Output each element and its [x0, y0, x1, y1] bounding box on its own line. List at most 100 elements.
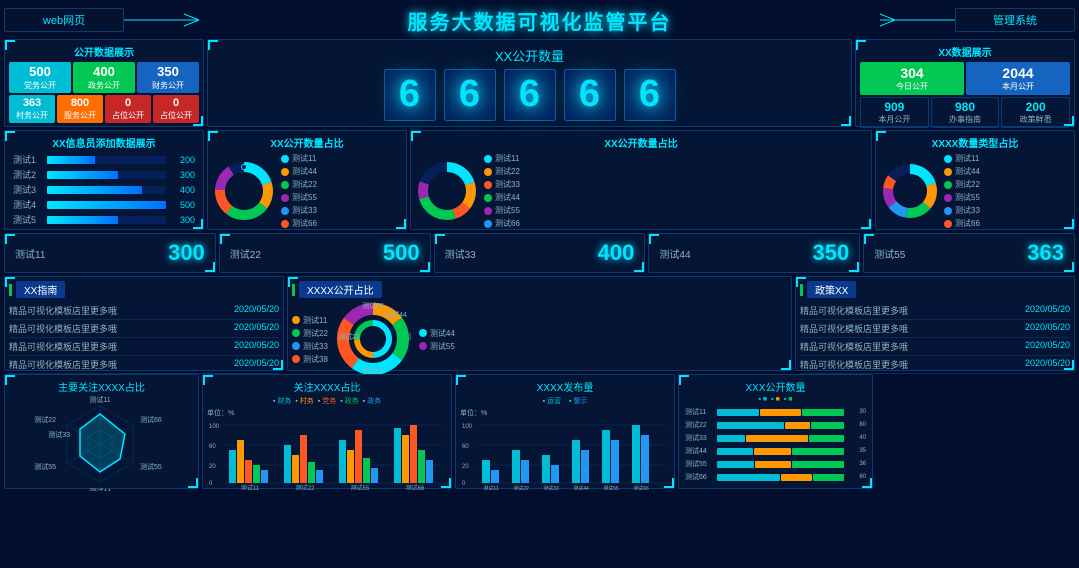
policy-item-2: 精品可视化模板店里更多哦 2020/05/20	[800, 320, 1070, 338]
radar-panel: 主要关注XXXX占比	[4, 374, 199, 489]
hbar-legend: ▪ ■ ▪ ■ ▪ ■	[683, 396, 868, 403]
donut1-chart	[212, 159, 277, 224]
count-num-5: 6	[624, 69, 676, 121]
svg-text:100: 100	[462, 424, 473, 430]
svg-text:测试33: 测试33	[48, 430, 70, 439]
count-num-3: 6	[504, 69, 556, 121]
count-num-4: 6	[564, 69, 616, 121]
stat-cunwu: 363 村务公开	[9, 95, 55, 123]
guide-item-1: 精品可视化模板店里更多哦 2020/05/20	[9, 302, 279, 320]
hbar-rows: 测试11 30 测试22 80	[683, 405, 868, 484]
donut1-legend: 测试11 测试44 测试22 测试55 测试33 测试66	[281, 153, 317, 229]
donut2-title: XX公开数量占比	[415, 135, 867, 150]
donut1-panel: XX公开数量占比 测试11 测试44 测试22 测试55	[207, 130, 407, 230]
svg-text:测试55: 测试55	[140, 462, 162, 471]
stat-box-3: 测试33 400	[434, 233, 646, 273]
policy-title: 政策XX	[807, 281, 856, 298]
public-data-panel: 公开数据展示 500 党务公开 400 政务公开 350 财务公开 363	[4, 39, 204, 127]
donut-mid-panel: XXXX公开占比 测试11 测试22 测试33 测试38	[287, 276, 792, 371]
svg-text:60: 60	[462, 444, 469, 450]
dashboard: web网页 服务大数据可视化监管平台 管理系统 公开数据展示 500 党务公开 …	[0, 0, 1079, 568]
svg-text:测试11: 测试11	[408, 332, 411, 341]
stat-box-1: 测试11 300	[4, 233, 216, 273]
donut3-panel: XXXX数量类型占比 测试11 测试44 测试22 测试55 测试33	[875, 130, 1075, 230]
guide-item-2: 精品可视化模板店里更多哦 2020/05/20	[9, 320, 279, 338]
bar3-legend: ▪ 运营 ▪ 警示	[460, 396, 670, 406]
xx-today: 304 今日公开	[860, 62, 964, 95]
nav-left[interactable]: web网页	[4, 8, 124, 32]
info-item-2: 测试2 300	[13, 168, 195, 181]
hbar-panel: XXX公开数量 ▪ ■ ▪ ■ ▪ ■ 测试11 30	[678, 374, 873, 489]
policy-list: 精品可视化模板店里更多哦 2020/05/20 精品可视化模板店里更多哦 202…	[800, 302, 1070, 374]
svg-text:100: 100	[209, 424, 220, 430]
svg-text:测试22: 测试22	[338, 332, 360, 341]
bar3-title: XXXX发布量	[460, 379, 670, 394]
stat-fuwu: 800 服务公开	[57, 95, 103, 123]
donut2-container: 测试11 测试22 测试33 测试44 测试55 测试66	[415, 153, 867, 229]
row3-statboxes: 测试11 300 测试22 500 测试33 400 测试44 350 测试55…	[4, 233, 1075, 273]
hbar-row-5: 测试55 36	[685, 459, 866, 469]
xx-policy: 200 政策鲜悉	[1001, 97, 1070, 128]
bar3-chart: 100 60 20 0 测试11 测试22 测试33	[460, 420, 668, 490]
bar3-panel: XXXX发布量 ▪ 运营 ▪ 警示 单位：% 100 60 20 0 测试11	[455, 374, 675, 489]
radar-title: 主要关注XXXX占比	[9, 379, 194, 394]
donut1-container: 测试11 测试44 测试22 测试55 测试33 测试66	[212, 153, 402, 229]
bar-group-title: 关注XXXX占比	[207, 379, 447, 394]
donut-mid-title: XXXX公开占比	[299, 281, 382, 298]
donut3-legend: 测试11 测试44 测试22 测试55 测试33 测试66	[944, 153, 980, 229]
info-item-5: 测试5 300	[13, 213, 195, 226]
xx-data-panel: XX数据展示 304 今日公开 2044 本月公开 909 本月公开 980	[855, 39, 1075, 127]
row4: XX指南 精品可视化模板店里更多哦 2020/05/20 精品可视化模板店里更多…	[4, 276, 1075, 371]
donut-mid-legend-right: 测试44 测试55	[419, 328, 455, 352]
open-count-title: XX公开数量	[495, 46, 564, 65]
donut3-title: XXXX数量类型占比	[880, 135, 1070, 150]
open-count-panel: XX公开数量 6 6 6 6 6	[207, 39, 852, 127]
svg-text:0: 0	[209, 481, 213, 487]
hbar-row-3: 测试33 40	[685, 433, 866, 443]
page-title: 服务大数据可视化监管平台	[212, 6, 867, 35]
guide-title: XX指南	[16, 281, 65, 298]
svg-text:测试44: 测试44	[573, 485, 589, 490]
svg-text:20: 20	[209, 464, 216, 470]
guide-title-bar: XX指南	[9, 281, 279, 298]
row2: XX信息员添加数据展示 测试1 200 测试2 300	[4, 130, 1075, 230]
svg-text:测试55: 测试55	[34, 462, 56, 471]
stat-zhanwei1: 0 占位公开	[105, 95, 151, 123]
stat-caiwu: 350 财务公开	[137, 62, 199, 93]
info-item-4: 测试4 500	[13, 198, 195, 211]
info-bar-panel: XX信息员添加数据展示 测试1 200 测试2 300	[4, 130, 204, 230]
svg-text:测试22: 测试22	[513, 485, 529, 490]
info-bar-items: 测试1 200 测试2 300 测试3	[9, 153, 199, 226]
svg-text:测试33: 测试33	[543, 485, 559, 490]
svg-text:测试11: 测试11	[483, 485, 498, 490]
donut2-legend: 测试11 测试22 测试33 测试44 测试55 测试66	[484, 153, 520, 229]
info-item-3: 测试3 400	[13, 183, 195, 196]
donut2-chart	[415, 159, 480, 224]
svg-text:测试11: 测试11	[89, 396, 110, 404]
hbar-title: XXX公开数量	[683, 379, 868, 394]
guide-item-3: 精品可视化模板店里更多哦 2020/05/20	[9, 338, 279, 356]
donut-mid-chart: 测试55 测试11 测试33 测试22 测试44	[336, 302, 411, 377]
stat-zhengwu: 400 政务公开	[73, 62, 135, 93]
bar-group-legend: ▪ 财务 ▪ 村务 ▪ 党务 ▪ 政务 ▪ 政务	[207, 396, 447, 406]
policy-item-4: 精品可视化模板店里更多哦 2020/05/20	[800, 356, 1070, 374]
radar-chart: 测试11 测试66 测试55 测试44 测试55 测试22 测试33	[9, 396, 192, 491]
svg-text:测试22: 测试22	[34, 415, 56, 424]
policy-item-3: 精品可视化模板店里更多哦 2020/05/20	[800, 338, 1070, 356]
svg-text:20: 20	[462, 464, 469, 470]
xx-stat-row2: 909 本月公开 980 办事指南 200 政策鲜悉	[860, 97, 1070, 128]
row5: 主要关注XXXX占比	[4, 374, 1075, 489]
svg-text:60: 60	[209, 444, 216, 450]
row1: 公开数据展示 500 党务公开 400 政务公开 350 财务公开 363	[4, 39, 1075, 127]
svg-text:测试55: 测试55	[603, 485, 619, 490]
xx-month: 2044 本月公开	[966, 62, 1070, 95]
donut2-panel: XX公开数量占比 测试11 测试22 测试33 测试44 测试55 测试66	[410, 130, 872, 230]
svg-text:测试66: 测试66	[406, 484, 425, 490]
xx-data-title: XX数据展示	[860, 44, 1070, 59]
nav-right[interactable]: 管理系统	[955, 8, 1075, 32]
hbar-row-2: 测试22 80	[685, 420, 866, 430]
svg-text:测试44: 测试44	[89, 487, 111, 491]
donut3-container: 测试11 测试44 测试22 测试55 测试33 测试66	[880, 153, 1070, 229]
donut3-chart	[880, 161, 940, 221]
xx-month2: 909 本月公开	[860, 97, 929, 128]
